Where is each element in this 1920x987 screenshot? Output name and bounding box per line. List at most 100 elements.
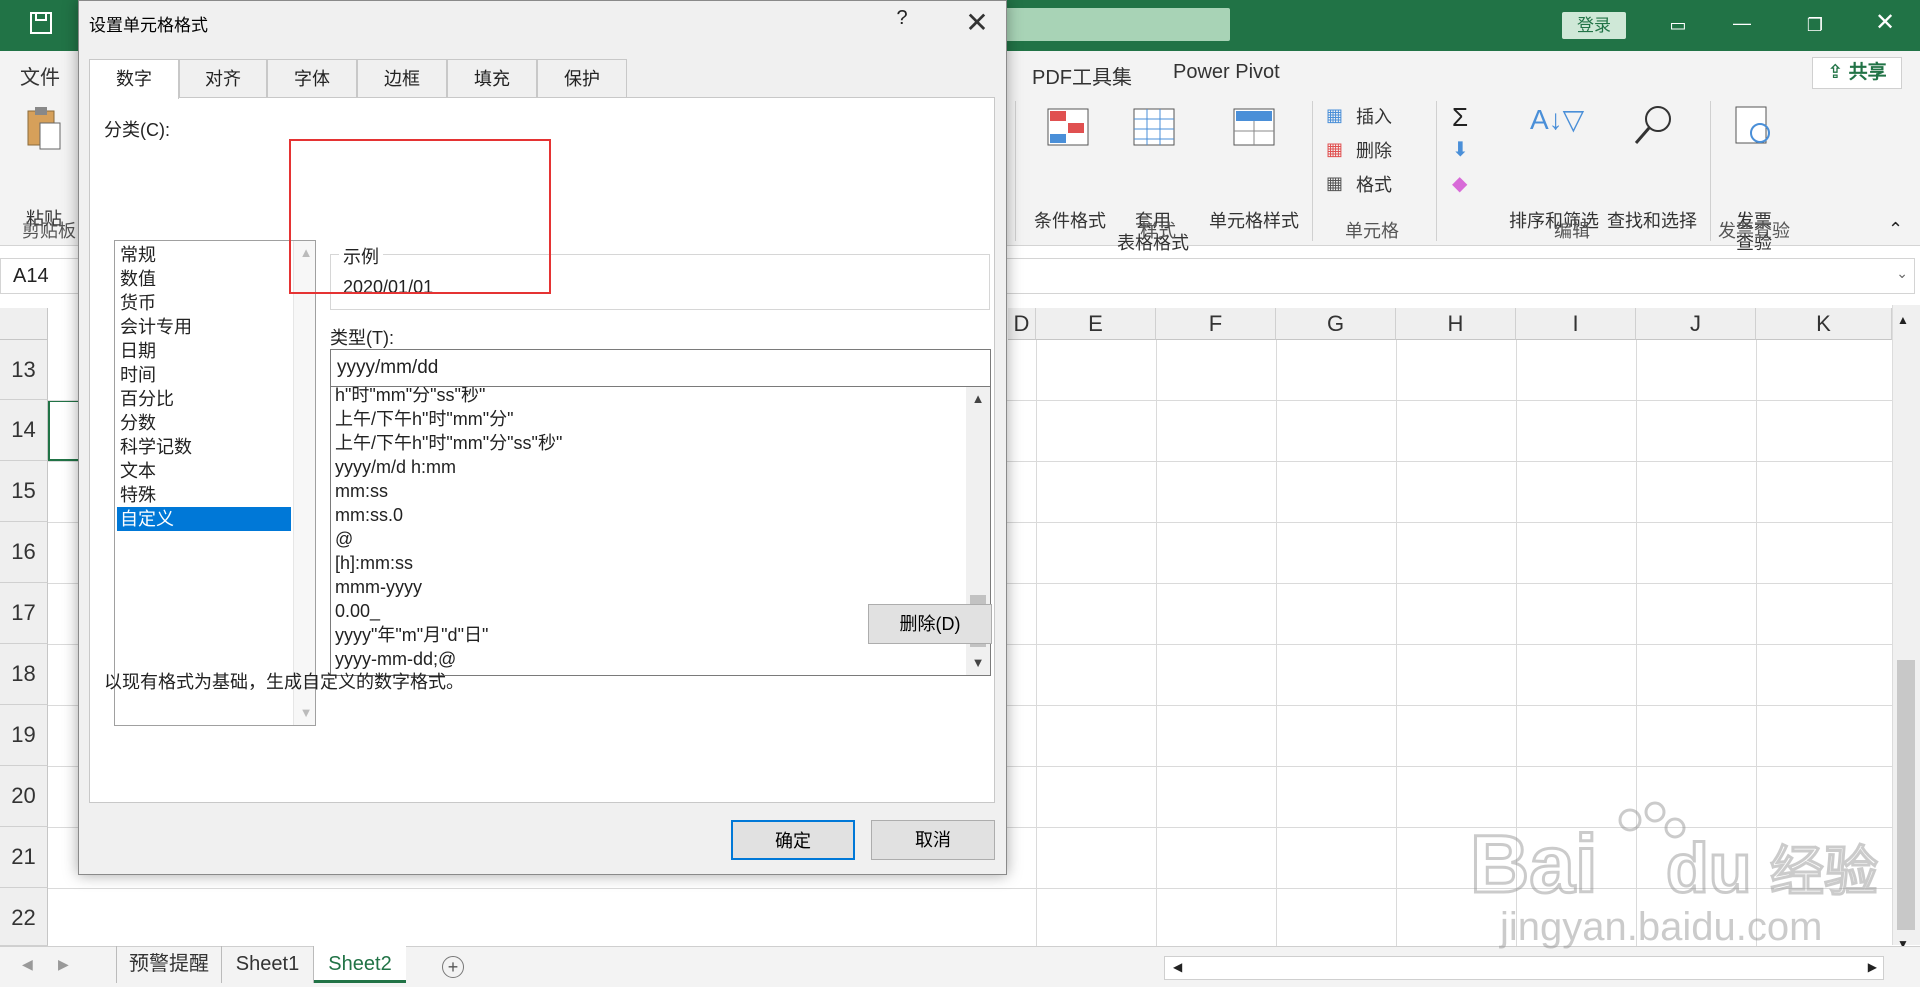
editing-group-label: 编辑	[1554, 221, 1590, 241]
format-item[interactable]: mmm-yyyy	[335, 575, 422, 599]
name-box[interactable]: A14	[0, 258, 80, 294]
row-header-17[interactable]: 17	[0, 583, 48, 644]
tab-alignment[interactable]: 对齐	[179, 59, 267, 97]
find-select-button[interactable]: 查找和选择	[1602, 103, 1702, 243]
clear-icon[interactable]: ◆	[1452, 171, 1492, 199]
format-item[interactable]: 上午/下午h"时"mm"分"	[335, 407, 514, 431]
column-header-E[interactable]: E	[1036, 308, 1156, 340]
save-icon[interactable]	[26, 10, 56, 40]
format-item[interactable]: yyyy/m/d h:mm	[335, 455, 456, 479]
format-item[interactable]: 上午/下午h"时"mm"分"ss"秒"	[335, 431, 562, 455]
autosum-icon[interactable]: Σ	[1452, 103, 1492, 131]
category-list[interactable]: 常规 数值 货币 会计专用 日期 时间 百分比 分数 科学记数 文本 特殊 自定…	[114, 240, 316, 726]
help-icon[interactable]: ?	[889, 7, 915, 30]
format-item[interactable]: @	[335, 527, 353, 551]
row-header-16[interactable]: 16	[0, 522, 48, 583]
horizontal-scrollbar[interactable]: ◀ ▶	[1164, 956, 1884, 980]
search-box[interactable]	[1000, 8, 1230, 41]
column-header-K[interactable]: K	[1756, 308, 1892, 340]
collapse-ribbon-icon[interactable]: ⌃	[1888, 219, 1903, 240]
category-time[interactable]: 时间	[117, 363, 291, 387]
category-text[interactable]: 文本	[117, 459, 291, 483]
row-header-20[interactable]: 20	[0, 766, 48, 827]
tab-pdf-tools[interactable]: PDF工具集	[1032, 61, 1132, 90]
category-special[interactable]: 特殊	[117, 483, 291, 507]
login-button[interactable]: 登录	[1562, 12, 1626, 39]
type-input[interactable]: yyyy/mm/dd	[330, 349, 991, 387]
tab-border[interactable]: 边框	[357, 59, 447, 97]
category-custom[interactable]: 自定义	[117, 507, 291, 531]
category-accounting[interactable]: 会计专用	[117, 315, 291, 339]
category-general[interactable]: 常规	[117, 243, 291, 267]
format-item[interactable]: mm:ss	[335, 479, 388, 503]
scroll-right-icon[interactable]: ▶	[1868, 960, 1877, 974]
prev-sheet-icon[interactable]: ◀	[22, 956, 33, 973]
tab-file[interactable]: 文件	[20, 61, 60, 90]
delete-format-button[interactable]: 删除(D)	[868, 604, 992, 644]
format-item[interactable]: 0.00_	[335, 599, 380, 623]
column-header-F[interactable]: F	[1156, 308, 1276, 340]
next-sheet-icon[interactable]: ▶	[58, 956, 69, 973]
category-scientific[interactable]: 科学记数	[117, 435, 291, 459]
column-header-I[interactable]: I	[1516, 308, 1636, 340]
format-item[interactable]: mm:ss.0	[335, 503, 403, 527]
tab-font[interactable]: 字体	[267, 59, 357, 97]
tab-protection[interactable]: 保护	[537, 59, 627, 97]
fill-icon[interactable]: ⬇	[1452, 137, 1492, 165]
conditional-format-button[interactable]: 条件格式	[1030, 103, 1110, 243]
conditional-format-label: 条件格式	[1034, 211, 1106, 231]
dialog-close-icon[interactable]: ✕	[959, 5, 995, 41]
row-header-14[interactable]: 14	[0, 400, 48, 461]
group-divider	[1015, 101, 1016, 241]
column-header-J[interactable]: J	[1636, 308, 1756, 340]
scroll-up-icon[interactable]: ▲	[1897, 313, 1909, 327]
formula-bar[interactable]: ⌄	[980, 258, 1915, 294]
svg-text:du: du	[1666, 829, 1752, 907]
scroll-up-icon[interactable]: ▲	[966, 387, 990, 411]
column-header-D[interactable]: D	[1008, 308, 1036, 340]
add-sheet-icon[interactable]: +	[442, 956, 464, 978]
category-fraction[interactable]: 分数	[117, 411, 291, 435]
row-header-22[interactable]: 22	[0, 888, 48, 946]
expand-formula-icon[interactable]: ⌄	[1896, 265, 1908, 282]
tab-number[interactable]: 数字	[89, 59, 179, 99]
format-item[interactable]: h"时"mm"分"ss"秒"	[335, 387, 485, 407]
column-header-G[interactable]: G	[1276, 308, 1396, 340]
category-scrollbar[interactable]: ▲ ▼	[293, 241, 315, 725]
close-icon[interactable]: ✕	[1870, 8, 1900, 38]
scroll-down-icon[interactable]: ▼	[294, 701, 318, 725]
category-percentage[interactable]: 百分比	[117, 387, 291, 411]
cancel-button[interactable]: 取消	[871, 820, 995, 860]
category-date[interactable]: 日期	[117, 339, 291, 363]
ribbon-display-icon[interactable]: ▭	[1663, 10, 1693, 40]
paste-button[interactable]: 粘贴	[20, 101, 68, 229]
format-cells-button[interactable]: ▦ 格式	[1326, 171, 1426, 197]
restore-icon[interactable]: ❐	[1800, 10, 1830, 40]
sheet-tab-sheet1[interactable]: Sheet1	[222, 946, 314, 983]
sheet-tab-warning[interactable]: 预警提醒	[116, 946, 222, 983]
ok-button[interactable]: 确定	[731, 820, 855, 860]
active-cell-A14[interactable]	[48, 400, 80, 461]
column-header-H[interactable]: H	[1396, 308, 1516, 340]
select-all-corner[interactable]	[0, 308, 48, 340]
row-header-19[interactable]: 19	[0, 705, 48, 766]
tab-fill[interactable]: 填充	[447, 59, 537, 97]
category-number[interactable]: 数值	[117, 267, 291, 291]
share-button[interactable]: ⇪ 共享	[1812, 57, 1902, 89]
insert-button[interactable]: ▦ 插入	[1326, 103, 1426, 129]
share-icon: ⇪	[1827, 62, 1849, 83]
row-header-18[interactable]: 18	[0, 644, 48, 705]
delete-cells-button[interactable]: ▦ 删除	[1326, 137, 1426, 163]
cell-styles-button[interactable]: 单元格样式	[1204, 103, 1304, 243]
row-header-15[interactable]: 15	[0, 461, 48, 522]
scroll-left-icon[interactable]: ◀	[1173, 960, 1182, 974]
row-header-13[interactable]: 13	[0, 340, 48, 400]
format-item[interactable]: [h]:mm:ss	[335, 551, 413, 575]
scroll-down-icon[interactable]: ▼	[966, 651, 990, 675]
format-item[interactable]: yyyy"年"m"月"d"日"	[335, 623, 488, 647]
sheet-tab-sheet2[interactable]: Sheet2	[314, 946, 406, 983]
category-currency[interactable]: 货币	[117, 291, 291, 315]
minimize-icon[interactable]: —	[1727, 8, 1757, 38]
tab-power-pivot[interactable]: Power Pivot	[1173, 61, 1280, 84]
row-header-21[interactable]: 21	[0, 827, 48, 888]
